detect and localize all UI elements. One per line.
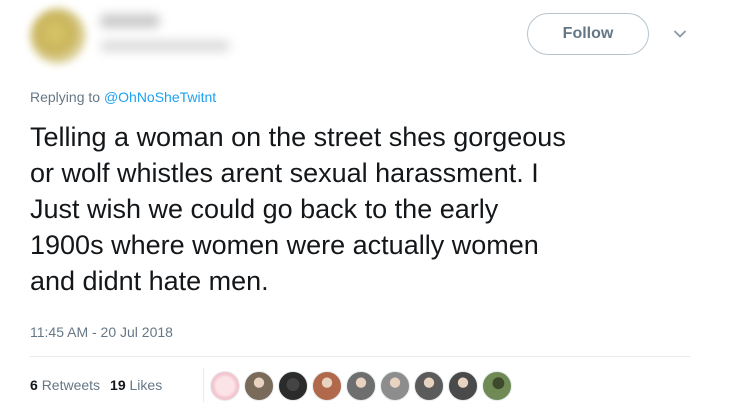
dark-avatar[interactable] — [278, 371, 308, 401]
stats-divider — [203, 368, 204, 402]
tweet-stats: 6 Retweets 19 Likes — [30, 377, 162, 393]
reply-mention-link[interactable]: @OhNoSheTwitnt — [104, 89, 216, 105]
likes-count: 19 — [110, 377, 126, 393]
person-avatar[interactable] — [414, 371, 444, 401]
username-blurred[interactable] — [100, 40, 230, 52]
follow-button[interactable]: Follow — [527, 13, 649, 55]
retweets-label: Retweets — [41, 377, 101, 393]
tweet-text: Telling a woman on the street shes gorge… — [30, 122, 566, 296]
person-avatar[interactable] — [244, 371, 274, 401]
outdoor-avatar[interactable] — [482, 371, 512, 401]
person-avatar[interactable] — [312, 371, 342, 401]
retweets-stat[interactable]: 6 Retweets — [30, 377, 100, 393]
person-avatar[interactable] — [380, 371, 410, 401]
replying-to: Replying to @OhNoSheTwitnt — [30, 89, 216, 105]
avatar[interactable] — [30, 8, 86, 64]
tweet-card: Follow Replying to @OhNoSheTwitnt Tellin… — [0, 0, 732, 415]
pink-sticker-avatar[interactable] — [210, 371, 240, 401]
display-name-blurred[interactable] — [100, 14, 160, 28]
liker-avatars — [210, 371, 512, 401]
chevron-down-icon[interactable] — [672, 26, 688, 42]
person-avatar[interactable] — [448, 371, 478, 401]
replying-to-label: Replying to — [30, 89, 101, 105]
retweets-count: 6 — [30, 377, 38, 393]
tweet-timestamp[interactable]: 11:45 AM - 20 Jul 2018 — [30, 324, 173, 340]
person-avatar[interactable] — [346, 371, 376, 401]
likes-label: Likes — [129, 377, 163, 393]
likes-stat[interactable]: 19 Likes — [110, 377, 162, 393]
divider — [30, 356, 690, 357]
